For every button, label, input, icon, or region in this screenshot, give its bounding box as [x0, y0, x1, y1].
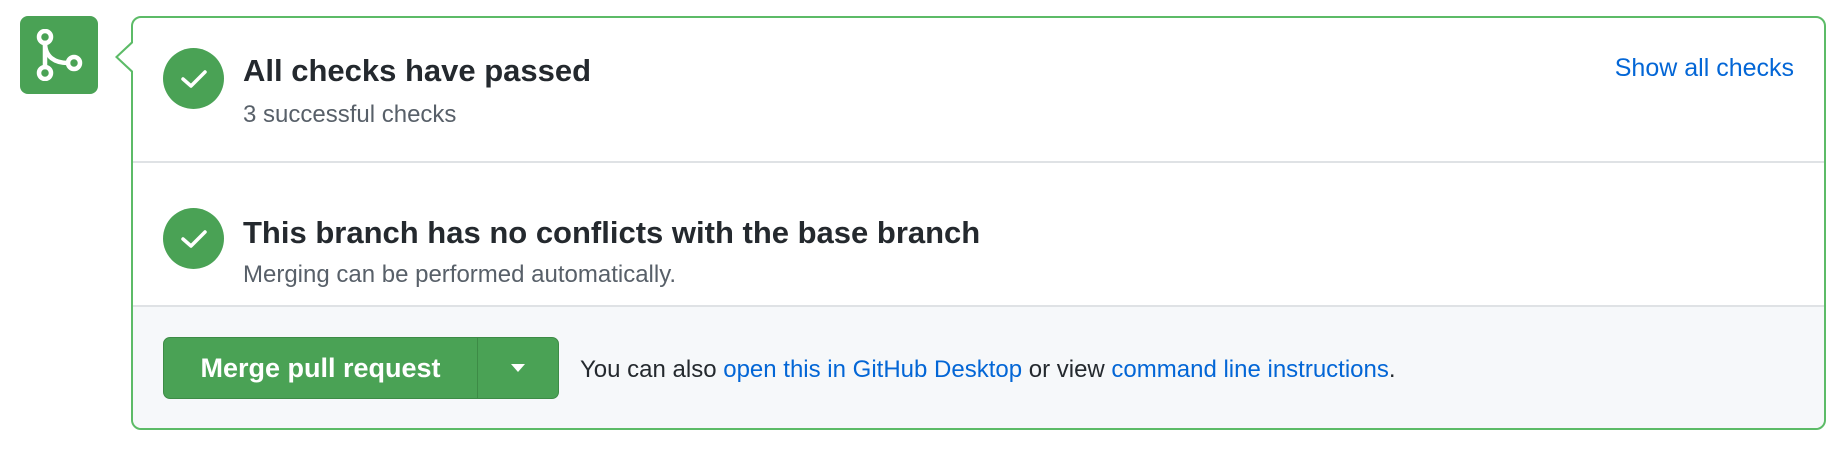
command-line-instructions-link[interactable]: command line instructions	[1111, 356, 1388, 383]
check-icon	[180, 229, 207, 248]
merge-actions-section: Merge pull request You can also open thi…	[133, 307, 1824, 428]
help-middle: or view	[1022, 356, 1112, 383]
merge-status-badge	[20, 16, 98, 94]
checks-status-badge	[163, 48, 224, 109]
merge-method-dropdown-button[interactable]	[477, 338, 558, 398]
merge-box-root: All checks have passed 3 successful chec…	[0, 0, 1844, 456]
github-desktop-link[interactable]: open this in GitHub Desktop	[723, 356, 1022, 383]
conflicts-status-badge	[163, 208, 224, 269]
panel-pointer-fill	[118, 43, 133, 71]
merge-help-text: You can also open this in GitHub Desktop…	[580, 356, 1396, 384]
conflicts-subtitle: Merging can be performed automatically.	[243, 261, 677, 288]
help-prefix: You can also	[580, 356, 724, 383]
git-merge-icon	[36, 29, 83, 81]
conflicts-title: This branch has no conflicts with the ba…	[243, 215, 981, 250]
checks-subtitle: 3 successful checks	[243, 101, 457, 128]
conflicts-section: This branch has no conflicts with the ba…	[133, 163, 1824, 307]
merge-button-group: Merge pull request	[163, 337, 559, 399]
show-all-checks-link[interactable]: Show all checks	[1615, 54, 1794, 83]
merge-pull-request-button[interactable]: Merge pull request	[164, 338, 477, 398]
check-icon	[180, 69, 207, 88]
help-suffix: .	[1388, 356, 1396, 383]
caret-down-icon	[511, 364, 525, 372]
merge-panel: All checks have passed 3 successful chec…	[131, 16, 1826, 430]
checks-section: All checks have passed 3 successful chec…	[133, 18, 1824, 163]
checks-title: All checks have passed	[243, 53, 592, 88]
